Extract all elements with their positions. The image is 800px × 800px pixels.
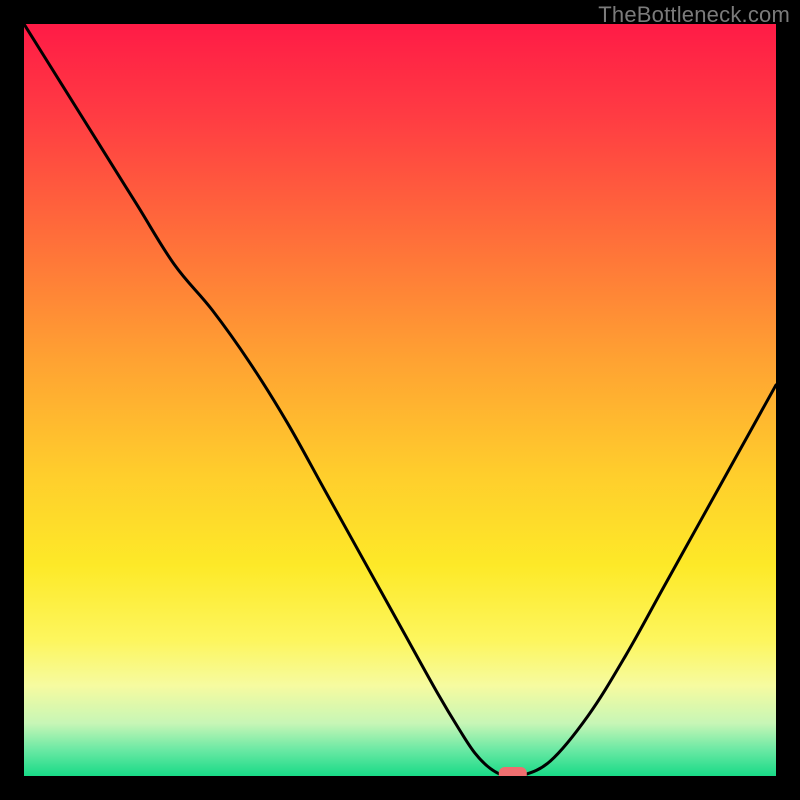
chart-frame: TheBottleneck.com (0, 0, 800, 800)
gradient-background (24, 24, 776, 776)
plot-area (24, 24, 776, 776)
optimal-marker (499, 767, 527, 776)
chart-svg (24, 24, 776, 776)
